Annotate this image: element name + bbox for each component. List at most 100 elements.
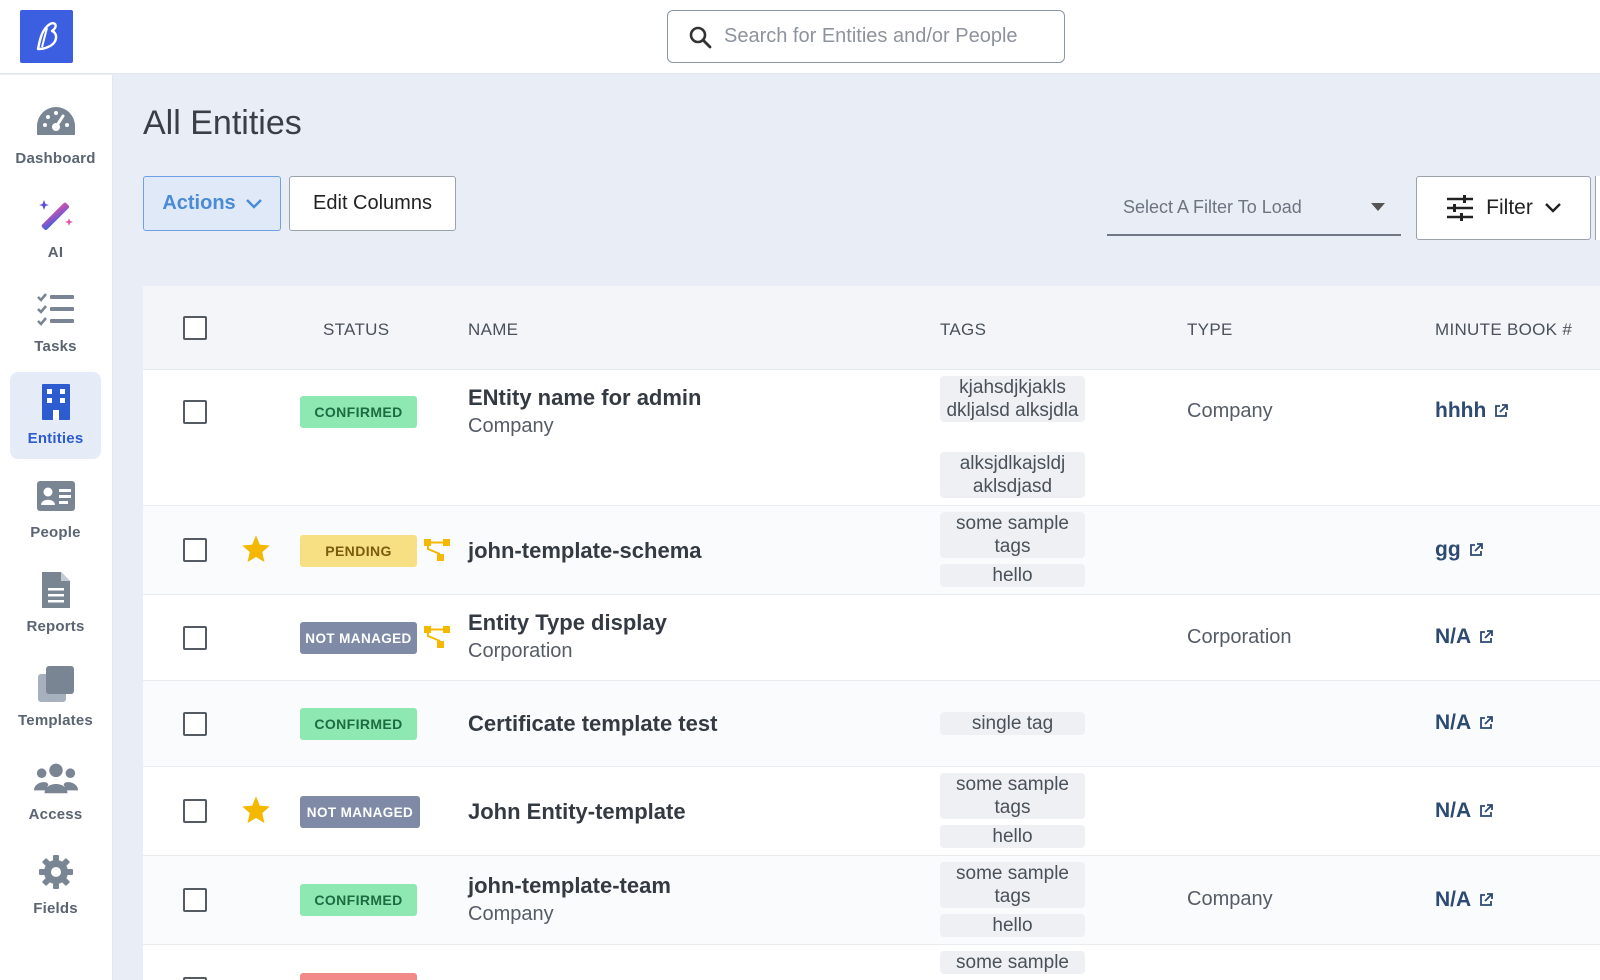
search-icon: [689, 26, 712, 48]
row-checkbox[interactable]: [183, 712, 207, 736]
sidebar-item-dashboard[interactable]: Dashboard: [10, 92, 101, 179]
tag-chip: some sample: [940, 951, 1085, 974]
minute-book-value: N/A: [1435, 799, 1472, 822]
filter-label: Filter: [1486, 196, 1533, 219]
tag-chip: hello: [940, 825, 1085, 848]
entity-subtype: Company: [468, 903, 554, 925]
tag-chip: hello: [940, 914, 1085, 937]
entity-type: Corporation: [1187, 626, 1292, 648]
column-header-status[interactable]: STATUS: [323, 320, 389, 340]
templates-icon: [34, 664, 78, 704]
sidebar-item-label: People: [30, 524, 81, 541]
table-row[interactable]: CONFIRMED Certificate template test sing…: [143, 681, 1600, 767]
tag-chip: alksjdlkajsldj aklsdjasd: [940, 452, 1085, 498]
row-checkbox[interactable]: [183, 400, 207, 424]
search-box[interactable]: [667, 10, 1065, 63]
minute-book-value: N/A: [1435, 625, 1472, 648]
column-header-minute-book[interactable]: MINUTE BOOK #: [1435, 320, 1572, 340]
sidebar-item-templates[interactable]: Templates: [10, 654, 101, 741]
external-link-icon: [1469, 543, 1483, 556]
row-checkbox[interactable]: [183, 799, 207, 823]
minute-book-link[interactable]: hhhh: [1435, 399, 1509, 423]
external-link-icon: [1480, 630, 1494, 643]
column-header-name[interactable]: NAME: [468, 320, 518, 340]
building-icon: [34, 382, 78, 422]
chevron-down-icon: [1544, 203, 1561, 213]
edit-columns-button[interactable]: Edit Columns: [289, 176, 456, 231]
sidebar-item-label: Tasks: [34, 338, 77, 355]
sidebar-item-label: Reports: [26, 618, 85, 635]
tag-chip: some sample tags: [940, 862, 1085, 908]
entity-name[interactable]: ENtity name for admin: [468, 385, 701, 411]
minute-book-link[interactable]: gg: [1435, 538, 1483, 562]
status-badge: [300, 973, 417, 980]
hierarchy-icon[interactable]: [423, 537, 451, 563]
logo-icon: [36, 21, 57, 50]
entity-name[interactable]: Entity Type display: [468, 610, 667, 636]
star-icon[interactable]: [241, 534, 271, 564]
tag-chip: some sample tags: [940, 512, 1085, 558]
actions-label: Actions: [162, 192, 236, 214]
table-row[interactable]: PENDING john-template-schema some sample…: [143, 506, 1600, 595]
sidebar-item-fields[interactable]: Fields: [10, 842, 101, 929]
entity-name[interactable]: John Entity-template: [468, 799, 686, 825]
status-badge: PENDING: [300, 535, 417, 567]
sidebar-item-label: Templates: [18, 712, 93, 729]
app-logo[interactable]: [20, 10, 73, 63]
minute-book-link[interactable]: N/A: [1435, 625, 1494, 649]
entity-name[interactable]: john-template-team: [468, 873, 671, 899]
external-link-icon: [1480, 893, 1494, 906]
sidebar-item-entities[interactable]: Entities: [10, 372, 101, 459]
select-all-checkbox[interactable]: [183, 316, 207, 340]
filter-button[interactable]: Filter: [1416, 176, 1591, 240]
row-checkbox[interactable]: [183, 888, 207, 912]
minute-book-value: N/A: [1435, 888, 1472, 911]
toolbar-overflow-edge: [1595, 176, 1600, 240]
document-icon: [34, 570, 78, 610]
top-bar: [0, 0, 1600, 74]
edit-columns-label: Edit Columns: [313, 192, 432, 214]
minute-book-link[interactable]: N/A: [1435, 888, 1494, 912]
column-header-tags[interactable]: TAGS: [940, 320, 986, 340]
entity-name[interactable]: john-template-schema: [468, 538, 702, 564]
sidebar-item-access[interactable]: Access: [10, 748, 101, 835]
table-row[interactable]: some sample: [143, 945, 1600, 980]
sidebar-item-label: Fields: [33, 900, 78, 917]
row-checkbox[interactable]: [183, 538, 207, 562]
caret-down-icon: [1371, 203, 1385, 211]
row-checkbox[interactable]: [183, 626, 207, 650]
chevron-down-icon: [245, 198, 262, 209]
entity-subtype: Company: [468, 415, 554, 437]
status-badge: NOT MANAGED: [300, 622, 417, 654]
minute-book-link[interactable]: N/A: [1435, 799, 1494, 823]
tag-chip: hello: [940, 564, 1085, 587]
star-icon[interactable]: [241, 795, 271, 825]
search-input[interactable]: [724, 25, 1044, 48]
actions-button[interactable]: Actions: [143, 176, 281, 231]
sidebar: Dashboard AI Tasks Entities People Repor…: [0, 75, 113, 980]
id-card-icon: [34, 476, 78, 516]
status-badge: NOT MANAGED: [300, 796, 420, 828]
column-header-type[interactable]: TYPE: [1187, 320, 1233, 340]
filter-preset-select[interactable]: Select A Filter To Load: [1107, 180, 1401, 236]
table-row[interactable]: CONFIRMED ENtity name for admin Company …: [143, 370, 1600, 506]
page-title: All Entities: [143, 104, 302, 142]
sidebar-item-label: Access: [28, 806, 83, 823]
entity-name[interactable]: Certificate template test: [468, 711, 717, 737]
sidebar-item-label: Dashboard: [15, 150, 96, 167]
sidebar-item-tasks[interactable]: Tasks: [10, 280, 101, 367]
sliders-icon: [1447, 195, 1474, 221]
table-row[interactable]: CONFIRMED john-template-team Company som…: [143, 856, 1600, 945]
hierarchy-icon[interactable]: [423, 624, 451, 650]
minute-book-link[interactable]: N/A: [1435, 711, 1494, 735]
entity-type: Company: [1187, 400, 1273, 422]
sidebar-item-people[interactable]: People: [10, 466, 101, 553]
external-link-icon: [1495, 404, 1509, 417]
sidebar-item-reports[interactable]: Reports: [10, 560, 101, 647]
sidebar-item-label: AI: [47, 244, 64, 261]
table-row[interactable]: NOT MANAGED Entity Type display Corporat…: [143, 595, 1600, 681]
gear-icon: [34, 852, 78, 892]
table-row[interactable]: NOT MANAGED John Entity-template some sa…: [143, 767, 1600, 856]
sidebar-item-ai[interactable]: AI: [10, 186, 101, 273]
entity-subtype: Corporation: [468, 640, 573, 662]
